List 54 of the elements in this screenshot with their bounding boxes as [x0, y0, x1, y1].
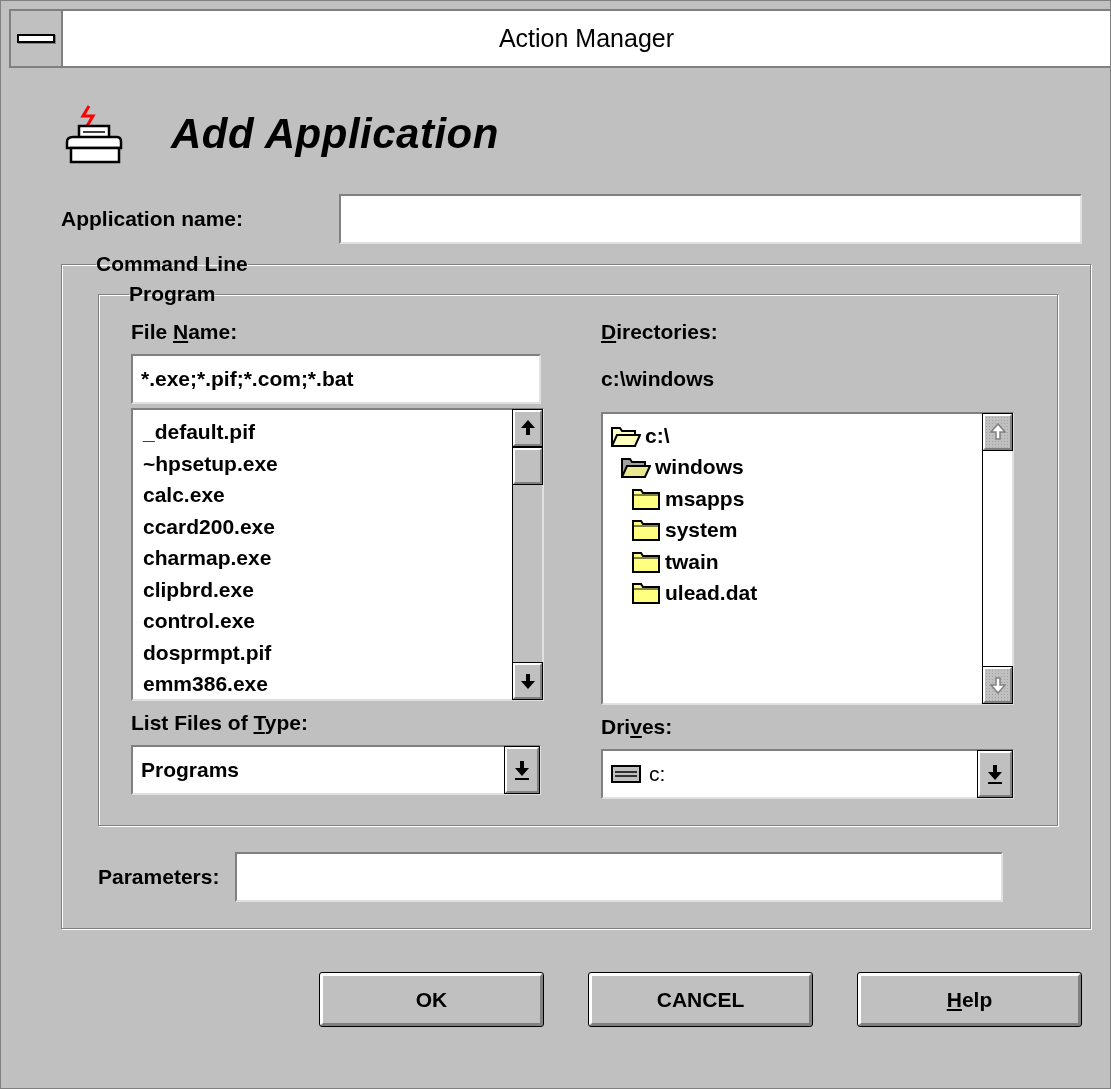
folder-icon — [631, 581, 661, 606]
current-path: c:\windows — [601, 366, 716, 392]
directory-item[interactable]: twain — [665, 549, 719, 574]
dropdown-button[interactable] — [505, 747, 539, 793]
window-title: Action Manager — [497, 24, 676, 53]
down-arrow-icon — [519, 671, 536, 691]
directory-item[interactable]: c:\ — [645, 423, 670, 448]
file-name-label: File Name: — [131, 319, 239, 345]
open-folder-icon — [621, 455, 651, 480]
file-type-dropdown[interactable]: Programs — [131, 745, 541, 795]
file-item[interactable]: ccard200.exe — [141, 510, 512, 542]
dialog-button[interactable]: CANCEL — [589, 973, 812, 1026]
file-item[interactable]: _default.pif — [141, 416, 512, 448]
dialog-heading: Add Application — [171, 110, 499, 158]
drive-icon — [611, 765, 641, 783]
scrollbar[interactable] — [512, 410, 542, 699]
directory-item[interactable]: ulead.dat — [665, 581, 758, 606]
dialog-button[interactable]: Help — [858, 973, 1081, 1026]
folder-icon — [631, 486, 661, 511]
printer-icon — [63, 104, 125, 164]
directories-label: Directories: — [601, 319, 719, 345]
dialog-button[interactable]: OK — [320, 973, 543, 1026]
scrollbar[interactable] — [982, 414, 1012, 703]
scroll-thumb[interactable] — [513, 448, 542, 484]
drives-dropdown[interactable]: c: — [601, 749, 1014, 799]
dropdown-button[interactable] — [978, 751, 1012, 797]
file-item[interactable]: clipbrd.exe — [141, 573, 512, 605]
directory-item[interactable]: msapps — [665, 486, 745, 511]
folder-icon — [631, 518, 661, 543]
down-arrow-icon — [987, 764, 1003, 784]
file-item[interactable]: ~hpsetup.exe — [141, 447, 512, 479]
drives-label: Drives: — [601, 714, 674, 740]
file-name-field[interactable]: *.exe;*.pif;*.com;*.bat — [131, 354, 541, 404]
parameters-label: Parameters: — [98, 865, 220, 889]
folder-icon — [631, 549, 661, 574]
file-item[interactable]: calc.exe — [141, 479, 512, 511]
file-item[interactable]: charmap.exe — [141, 542, 512, 574]
application-name-label: Application name: — [61, 207, 245, 231]
file-item[interactable]: control.exe — [141, 605, 512, 637]
directory-item[interactable]: windows — [655, 455, 744, 480]
drive-value: c: — [649, 762, 666, 786]
file-type-label: List Files of Type: — [131, 710, 309, 736]
down-arrow-icon — [514, 760, 530, 780]
up-arrow-icon — [519, 418, 536, 438]
directory-item[interactable]: system — [665, 518, 738, 543]
file-item[interactable]: dosprmpt.pif — [141, 636, 512, 668]
up-arrow-icon — [989, 422, 1006, 442]
parameters-field[interactable] — [235, 852, 1004, 902]
file-item[interactable]: emm386.exe — [141, 668, 512, 699]
down-arrow-icon — [989, 675, 1006, 695]
group-title: Program — [129, 282, 216, 306]
group-title: Command Line — [96, 252, 248, 276]
application-name-field[interactable] — [338, 194, 1082, 244]
system-menu-button[interactable] — [11, 11, 63, 66]
